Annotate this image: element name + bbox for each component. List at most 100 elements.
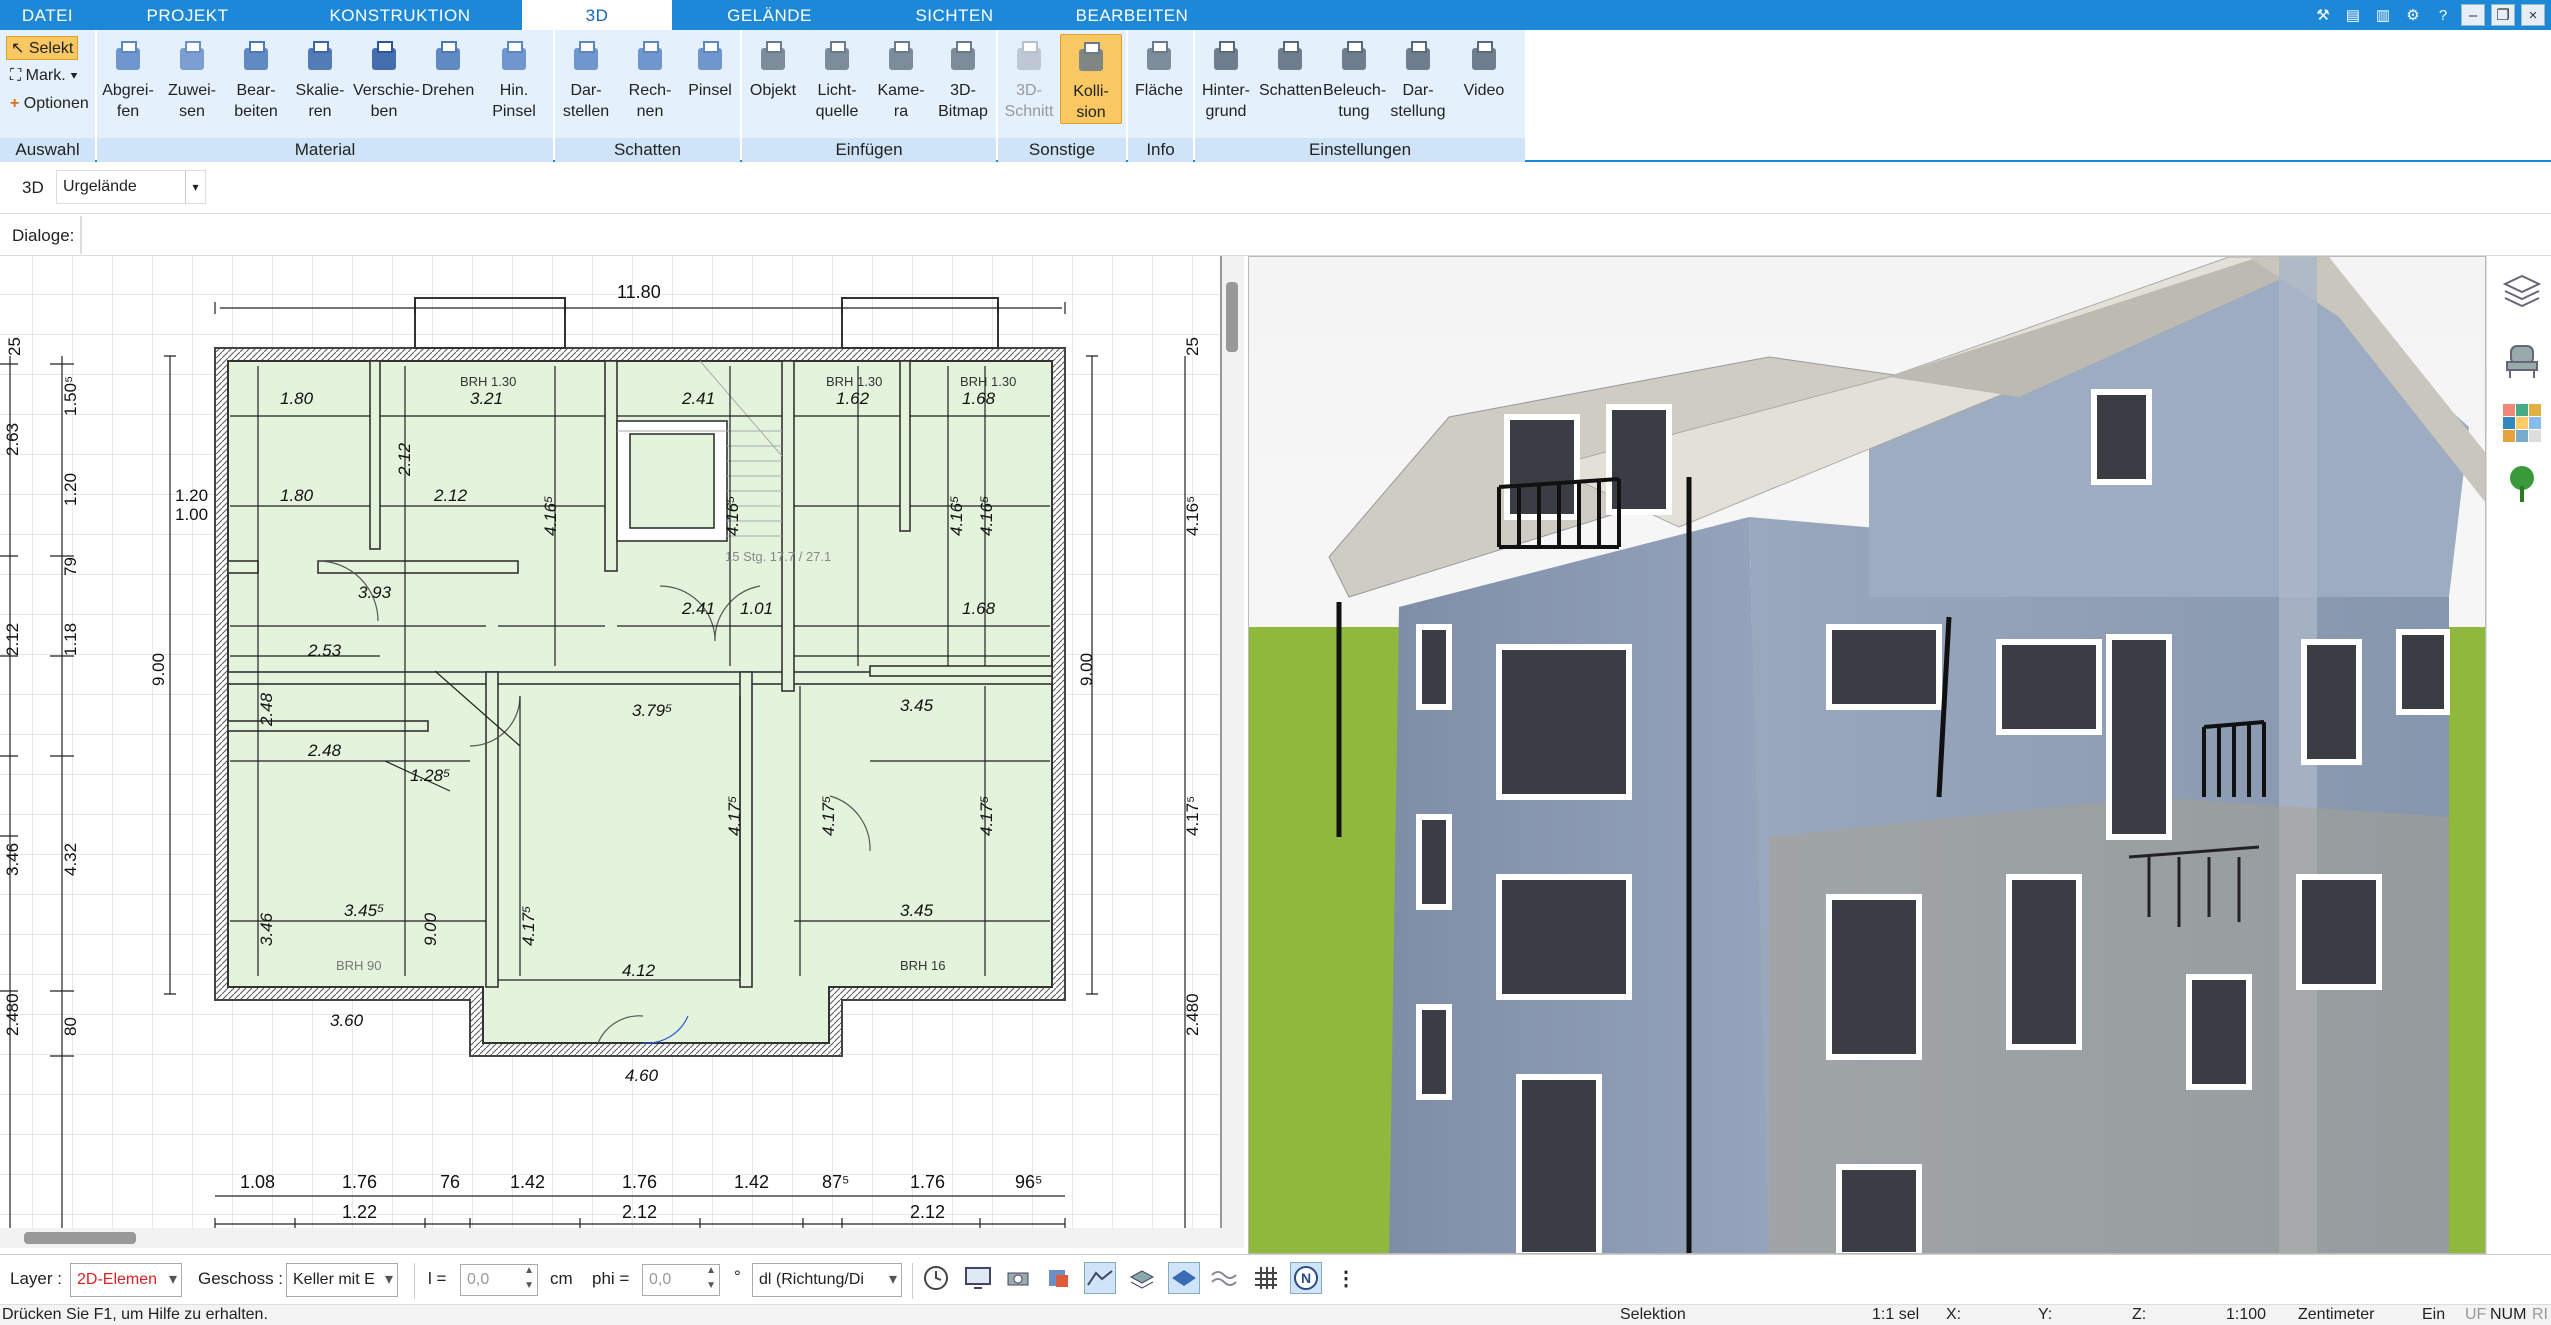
north-arrow-icon[interactable]: N [1290, 1262, 1322, 1294]
layers-icon[interactable] [2501, 270, 2543, 312]
status-ri: RI [2532, 1306, 2548, 1323]
chair-icon [751, 38, 795, 78]
window-tile-icon[interactable]: ▤ [2341, 4, 2365, 26]
minimize-button[interactable]: – [2461, 4, 2485, 26]
floor-plan-view[interactable]: 11.80 1.80 3.21 2.41 1.62 1.68 2.12 1.80… [0, 256, 1222, 1228]
schatten-button-0[interactable]: Dar- stellen [555, 34, 617, 122]
ribbon-button-label: Objekt [749, 82, 797, 99]
tab-datei[interactable]: DATEI [0, 0, 95, 30]
einstellungen-button-3[interactable]: Dar- stellung [1387, 34, 1449, 122]
group-label-material: Material [97, 138, 553, 162]
camera-icon[interactable] [1002, 1262, 1034, 1294]
einstellungen-button-4[interactable]: Video [1453, 34, 1515, 101]
mark-button[interactable]: ⛶ Mark. ▾ [6, 64, 82, 88]
dim-text: 3.46 [257, 912, 276, 946]
phi-input[interactable]: 0,0 ▲ ▼ [642, 1264, 720, 1296]
area-icon [1137, 38, 1181, 78]
degree-label: ° [734, 1267, 741, 1286]
layer-label: Layer : [10, 1269, 62, 1288]
tab-3d[interactable]: 3D [522, 0, 672, 32]
einstellungen-button-1[interactable]: Schatten [1259, 34, 1322, 101]
dim-text: 4.17⁵ [1183, 796, 1202, 836]
monitor-icon[interactable] [962, 1262, 994, 1294]
video-icon [1462, 38, 1506, 78]
einstellungen-button-0[interactable]: Hinter- grund [1195, 34, 1257, 122]
einstellungen-button-2[interactable]: Beleuch- tung [1323, 34, 1386, 122]
plants-icon[interactable] [2501, 462, 2543, 504]
brh-label: BRH 1.30 [460, 374, 516, 389]
eyedropper-icon [106, 38, 150, 78]
tab-bearbeiten[interactable]: BEARBEITEN [1042, 0, 1222, 30]
layers-stack-icon[interactable] [1126, 1262, 1158, 1294]
einfuegen-button-2[interactable]: Kame- ra [870, 34, 932, 122]
stepper-icon[interactable]: ▲ ▼ [524, 1263, 534, 1293]
furniture-icon[interactable] [2501, 340, 2543, 382]
layer-select[interactable]: 2D-Elemen ▾ [70, 1263, 182, 1297]
schatten-button-1[interactable]: Rech- nen [619, 34, 681, 122]
terrain-select[interactable]: Urgelände ▾ [56, 170, 206, 204]
ribbon-button-label: Fläche [1134, 82, 1184, 99]
tools-icon[interactable]: ⚒ [2311, 4, 2335, 26]
tab-sichten[interactable]: SICHTEN [867, 0, 1042, 30]
plane-icon[interactable] [1168, 1262, 1200, 1294]
stepper-icon[interactable]: ▲ ▼ [706, 1263, 716, 1293]
object-3d-icon[interactable] [1042, 1262, 1074, 1294]
wave-icon[interactable] [1208, 1262, 1240, 1294]
material-button-3[interactable]: Skalie- ren [289, 34, 351, 122]
optionen-button[interactable]: + Optionen [6, 92, 93, 116]
shadow-icon [1268, 38, 1312, 78]
schatten-button-2[interactable]: Pinsel [679, 34, 741, 101]
dim-text: 3.93 [358, 583, 392, 602]
scroll-thumb[interactable] [24, 1232, 136, 1244]
einfuegen-button-0[interactable]: Objekt [742, 34, 804, 101]
terrain-tool-icon[interactable] [1084, 1262, 1116, 1294]
scale-icon [298, 38, 342, 78]
close-button[interactable]: × [2521, 4, 2545, 26]
background-icon [1204, 38, 1248, 78]
settings-icon[interactable]: ⚙ [2401, 4, 2425, 26]
info-button-0[interactable]: Fläche [1128, 34, 1190, 101]
help-icon[interactable]: ? [2431, 4, 2455, 26]
material-button-2[interactable]: Bear- beiten [225, 34, 287, 122]
group-material: Abgrei- fen Zuwei- sen Bear- beiten Skalie-… [97, 30, 553, 162]
material-button-6[interactable]: Hin. Pinsel [483, 34, 545, 122]
more-options-icon[interactable]: ⋮ [1330, 1262, 1362, 1294]
material-button-4[interactable]: Verschie- ben [353, 34, 420, 122]
materials-icon[interactable] [2501, 402, 2543, 444]
length-input[interactable]: 0,0 ▲ ▼ [460, 1264, 538, 1296]
scroll-thumb[interactable] [1226, 282, 1238, 352]
sonstige-button-1[interactable]: Kolli- sion [1060, 34, 1122, 124]
3d-view[interactable] [1248, 256, 2486, 1254]
direction-select[interactable]: dl (Richtung/Di ▾ [752, 1263, 902, 1297]
tab-gelnde[interactable]: GELÄNDE [672, 0, 867, 30]
clock-icon[interactable] [920, 1262, 952, 1294]
dim-text: 1.42 [510, 1172, 545, 1192]
dim-text: 87⁵ [822, 1172, 849, 1192]
material-button-1[interactable]: Zuwei- sen [161, 34, 223, 122]
geschoss-select[interactable]: Keller mit E ▾ [286, 1263, 398, 1297]
dim-text: 2.12 [433, 486, 468, 505]
einfuegen-button-1[interactable]: Licht- quelle [806, 34, 868, 122]
dim-text: 4.16⁵ [977, 496, 996, 536]
tab-projekt[interactable]: PROJEKT [95, 0, 280, 30]
group-label-einstellungen: Einstellungen [1195, 138, 1525, 162]
sonstige-button-0[interactable]: 3D- Schnitt [998, 34, 1060, 122]
window-cascade-icon[interactable]: ▥ [2371, 4, 2395, 26]
dim-text: 4.16⁵ [947, 496, 966, 536]
dim-text: 3.45⁵ [344, 901, 384, 920]
tab-konstruktion[interactable]: KONSTRUKTION [280, 0, 520, 30]
dim-text: 1.00 [175, 505, 208, 524]
dim-text: 2.53 [307, 641, 342, 660]
plan-vertical-scrollbar[interactable] [1222, 256, 1244, 1228]
group-label-info: Info [1128, 138, 1193, 162]
material-button-0[interactable]: Abgrei- fen [97, 34, 159, 122]
material-button-5[interactable]: Drehen [417, 34, 479, 101]
einfuegen-button-3[interactable]: 3D- Bitmap [932, 34, 994, 122]
restore-button[interactable]: ❐ [2491, 4, 2515, 26]
status-unit: Zentimeter [2298, 1306, 2375, 1323]
window-controls: ⚒ ▤ ▥ ⚙ ? – ❐ × [2311, 0, 2551, 30]
plan-horizontal-scrollbar[interactable] [0, 1228, 1244, 1248]
ribbon-button-label: Video [1463, 82, 1505, 99]
grid-icon[interactable] [1250, 1262, 1282, 1294]
selekt-button[interactable]: ↖ Selekt [6, 36, 79, 60]
